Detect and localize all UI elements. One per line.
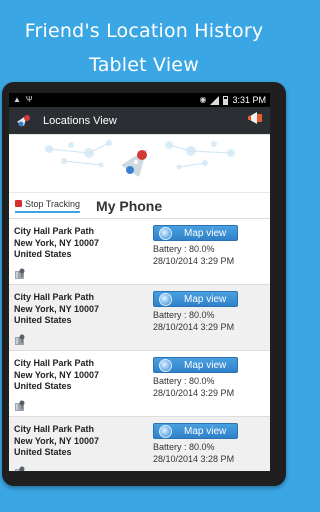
map-view-label: Map view [184,359,227,371]
map-view-button[interactable]: Map view [153,225,238,241]
eye-icon: ◉ [199,95,207,104]
address-line3: United States [14,249,72,259]
map-pin-icon [15,268,25,279]
map-pin-icon [15,400,25,411]
battery-text: Battery : 80.0% [153,244,215,254]
address-block: City Hall Park Path New York, NY 10007 U… [14,358,99,393]
battery-text: Battery : 80.0% [153,442,215,452]
map-view-label: Map view [184,293,227,305]
list-item: City Hall Park Path New York, NY 10007 U… [9,285,270,351]
address-line2: New York, NY 10007 [14,303,100,314]
timestamp-text: 28/10/2014 3:29 PM [153,387,235,398]
map-view-label: Map view [184,227,227,239]
tab-my-phone[interactable]: My Phone [96,198,162,214]
address-line2: New York, NY 10007 [14,369,100,380]
map-pin-icon [15,466,25,471]
globe-icon [159,226,172,240]
timestamp-text: 28/10/2014 3:28 PM [153,453,235,464]
list-item: City Hall Park Path New York, NY 10007 U… [9,351,270,417]
address-line1: City Hall Park Path [14,358,95,368]
timestamp-text: 28/10/2014 3:29 PM [153,255,235,266]
stop-icon [15,200,22,207]
address-line1: City Hall Park Path [14,226,95,236]
tab-stop-tracking[interactable]: Stop Tracking [15,198,81,213]
map-view-button[interactable]: Map view [153,423,238,439]
list-item: City Hall Park Path New York, NY 10007 U… [9,219,270,285]
battery-text: Battery : 80.0% [153,376,215,386]
tablet-frame: ▲ Ψ ◉ 3:31 PM Locations View Stop Tracki… [2,82,286,486]
globe-icon [159,292,172,306]
promo-title-line1: Friend's Location History [24,20,264,42]
address-line3: United States [14,447,72,457]
address-line1: City Hall Park Path [14,292,95,302]
header-banner [9,135,270,193]
address-line2: New York, NY 10007 [14,237,100,248]
tab-bar: Stop Tracking My Phone [9,193,270,219]
map-view-button[interactable]: Map view [153,357,238,373]
address-block: City Hall Park Path New York, NY 10007 U… [14,226,99,261]
address-line2: New York, NY 10007 [14,435,100,446]
app-title: Locations View [43,114,117,127]
app-logo-icon[interactable] [15,112,33,130]
map-view-button[interactable]: Map view [153,291,238,307]
usb-icon: Ψ [25,95,33,104]
world-network-illustration [45,140,235,177]
battery-icon [223,95,229,105]
location-list: City Hall Park Path New York, NY 10007 U… [9,219,270,471]
action-bar: Locations View [9,107,270,135]
entry-meta: Battery : 80.0% 28/10/2014 3:29 PM [153,376,234,399]
address-line3: United States [14,381,72,391]
tablet-screen: ▲ Ψ ◉ 3:31 PM Locations View Stop Tracki… [9,93,270,471]
address-line1: City Hall Park Path [14,424,95,434]
address-block: City Hall Park Path New York, NY 10007 U… [14,292,99,327]
megaphone-icon[interactable] [248,111,264,130]
address-block: City Hall Park Path New York, NY 10007 U… [14,424,99,459]
entry-meta: Battery : 80.0% 28/10/2014 3:29 PM [153,310,234,333]
timestamp-text: 28/10/2014 3:29 PM [153,321,235,332]
signal-icon [210,95,220,105]
battery-text: Battery : 80.0% [153,310,215,320]
list-item: City Hall Park Path New York, NY 10007 U… [9,417,270,471]
globe-icon [159,358,172,372]
notification-icon: ▲ [13,95,21,104]
entry-meta: Battery : 80.0% 28/10/2014 3:28 PM [153,442,234,465]
entry-meta: Battery : 80.0% 28/10/2014 3:29 PM [153,244,234,267]
globe-icon [159,424,172,438]
map-pin-icon [15,334,25,345]
map-view-label: Map view [184,425,227,437]
promo-title-line2: Tablet View [89,54,199,76]
status-bar: ▲ Ψ ◉ 3:31 PM [9,93,270,107]
tab-stop-label: Stop Tracking [25,198,81,209]
status-time: 3:31 PM [232,95,266,105]
address-line3: United States [14,315,72,325]
